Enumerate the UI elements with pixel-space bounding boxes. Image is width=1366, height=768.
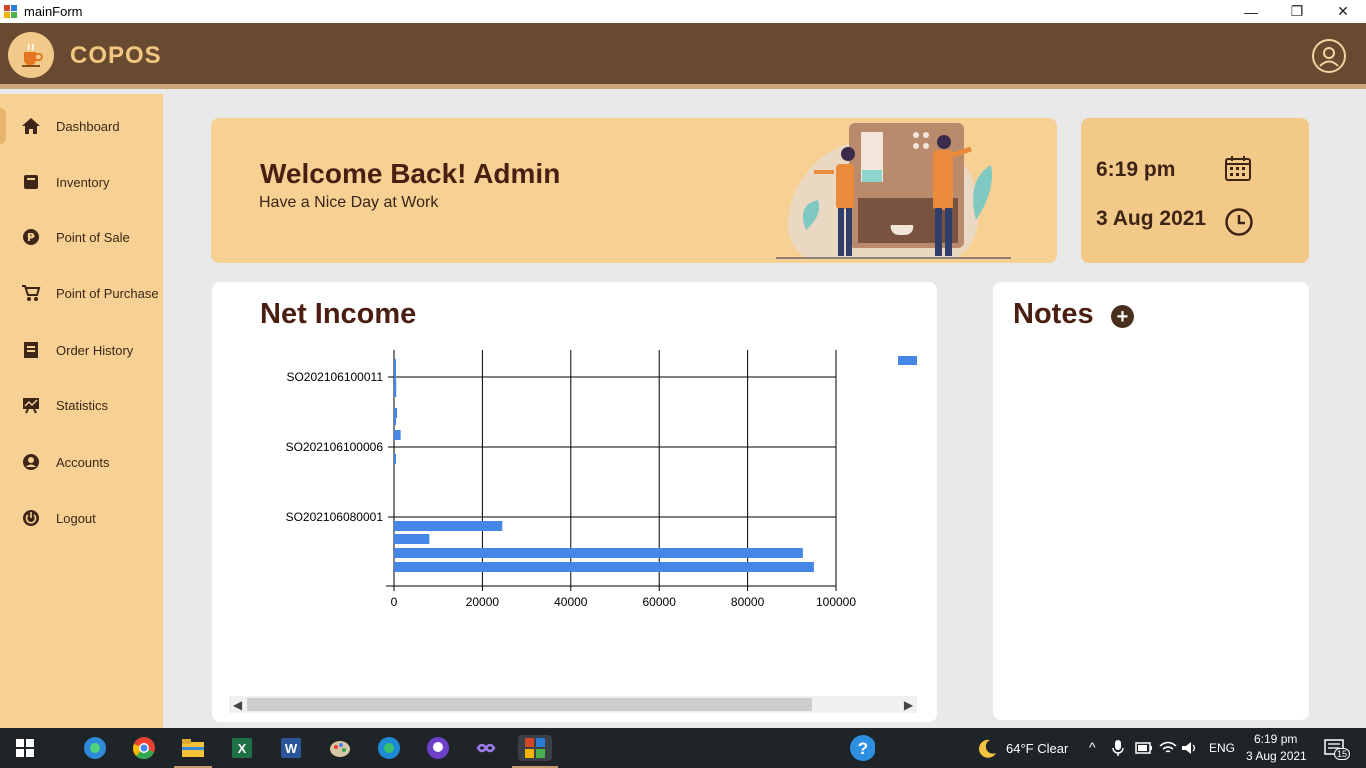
scrollbar-thumb[interactable]	[247, 698, 812, 711]
calendar-icon	[1224, 154, 1252, 182]
battery-icon[interactable]	[1134, 735, 1154, 761]
github-icon[interactable]	[425, 735, 451, 761]
minimize-button[interactable]: —	[1228, 0, 1274, 23]
chart-ytick-label: SO202106100011	[286, 370, 383, 384]
svg-text:?: ?	[858, 739, 868, 758]
help-icon[interactable]: ?	[849, 735, 875, 761]
chart-xtick-label: 80000	[731, 595, 765, 609]
sidebar-item-label: Dashboard	[56, 118, 120, 134]
brand-name: COPOS	[70, 42, 162, 69]
power-icon	[21, 508, 41, 528]
clock-card: 6:19 pm 3 Aug 2021	[1081, 118, 1309, 263]
chart-legend-marker	[898, 356, 917, 365]
chart-xtick-label: 40000	[554, 595, 588, 609]
chart-bar	[394, 454, 396, 464]
chart-xtick-label: 100000	[816, 595, 856, 609]
weather-status[interactable]: 64°F Clear	[1006, 741, 1068, 756]
sidebar-item-label: Inventory	[56, 174, 110, 190]
chevron-up-icon[interactable]: ^	[1089, 739, 1096, 755]
sidebar-item-dashboard[interactable]: Dashboard	[0, 106, 163, 146]
taskbar-clock-time[interactable]: 6:19 pm	[1254, 732, 1297, 746]
sidebar: Dashboard Inventory ₱ Point of Sale Poin…	[0, 94, 163, 728]
scroll-right-icon[interactable]: ▶	[900, 696, 917, 713]
chart-bar	[394, 521, 503, 531]
chart-xtick-label: 0	[391, 595, 398, 609]
user-circle-icon	[21, 452, 41, 472]
sidebar-item-accounts[interactable]: Accounts	[0, 442, 163, 482]
sidebar-item-inventory[interactable]: Inventory	[0, 162, 163, 202]
word-icon[interactable]: W	[278, 735, 304, 761]
chart-bar	[394, 562, 814, 572]
windows-start-icon[interactable]	[12, 735, 38, 761]
box-icon	[21, 172, 41, 192]
window-title: mainForm	[24, 4, 83, 19]
sidebar-item-point-of-purchase[interactable]: Point of Purchase	[0, 273, 163, 313]
current-time: 6:19 pm	[1096, 158, 1176, 181]
restore-button[interactable]: ❐	[1274, 0, 1320, 23]
svg-text:X: X	[238, 741, 247, 756]
scroll-left-icon[interactable]: ◀	[229, 696, 246, 713]
excel-icon[interactable]: X	[229, 735, 255, 761]
coffee-logo-icon	[8, 32, 54, 78]
chart-board-icon	[21, 395, 41, 415]
clock-icon	[1224, 207, 1254, 237]
chart-bar	[394, 534, 430, 544]
barista-illustration-icon	[776, 120, 1026, 260]
net-income-panel: Net Income 0 20000 40000 60000 80000 100000 SO…	[212, 282, 937, 722]
chart-bar	[394, 387, 397, 397]
svg-text:W: W	[285, 741, 298, 756]
windows-taskbar: X W ? 64°F Clear ^ ENG 6:19 pm 3 Aug 202…	[0, 728, 1366, 768]
chart-xtick-label: 60000	[643, 595, 677, 609]
chart-horizontal-scrollbar[interactable]: ◀ ▶	[229, 696, 917, 713]
chart-bar	[394, 415, 396, 425]
cart-icon	[21, 283, 41, 303]
sidebar-item-label: Accounts	[56, 454, 110, 470]
edge-dev-icon[interactable]	[82, 735, 108, 761]
sidebar-item-order-history[interactable]: Order History	[0, 330, 163, 370]
sidebar-item-statistics[interactable]: Statistics	[0, 385, 163, 425]
chart-xtick-label: 20000	[466, 595, 500, 609]
chart-ytick-label: SO202106080001	[286, 510, 384, 524]
volume-icon[interactable]	[1180, 735, 1200, 761]
app-window-icon	[4, 4, 18, 19]
current-date: 3 Aug 2021	[1096, 207, 1207, 230]
chrome-icon[interactable]	[131, 735, 157, 761]
sidebar-item-label: Logout	[56, 510, 96, 526]
wifi-icon[interactable]	[1158, 735, 1178, 761]
sidebar-item-label: Point of Sale	[56, 229, 130, 245]
window-titlebar: mainForm — ❐ ✕	[0, 0, 1366, 23]
file-explorer-icon[interactable]	[180, 735, 206, 761]
net-income-chart: 0 20000 40000 60000 80000 100000 SO20210610001…	[286, 350, 917, 609]
svg-text:₱: ₱	[27, 231, 35, 244]
sidebar-item-label: Statistics	[56, 397, 109, 413]
close-button[interactable]: ✕	[1320, 0, 1366, 23]
visual-studio-icon[interactable]	[473, 735, 499, 761]
receipt-icon	[21, 340, 41, 360]
language-indicator[interactable]: ENG	[1209, 741, 1235, 755]
welcome-title: Welcome Back! Admin	[260, 158, 561, 189]
moon-weather-icon	[974, 735, 1000, 761]
copos-app-taskbar-icon[interactable]	[518, 735, 552, 761]
notes-title: Notes	[1013, 298, 1094, 330]
sidebar-item-label: Point of Purchase	[56, 285, 159, 301]
peso-icon: ₱	[21, 227, 41, 247]
chart-bar	[394, 548, 803, 558]
welcome-subtitle: Have a Nice Day at Work	[259, 194, 439, 211]
sidebar-item-point-of-sale[interactable]: ₱ Point of Sale	[0, 217, 163, 257]
microphone-icon[interactable]	[1108, 735, 1128, 761]
edge-icon[interactable]	[376, 735, 402, 761]
welcome-card: Welcome Back! Admin Have a Nice Day at W…	[211, 118, 1057, 263]
profile-avatar-icon[interactable]	[1312, 39, 1346, 73]
home-icon	[21, 116, 41, 136]
notification-count-badge: 15	[1334, 748, 1351, 760]
taskbar-clock-date[interactable]: 3 Aug 2021	[1246, 749, 1307, 763]
paint-icon[interactable]	[327, 735, 353, 761]
chart-ytick-label: SO202106100006	[286, 440, 384, 454]
sidebar-item-label: Order History	[56, 342, 134, 358]
app-header: COPOS	[0, 23, 1366, 89]
chart-bar	[394, 430, 401, 440]
add-note-button[interactable]: +	[1111, 305, 1134, 328]
sidebar-item-logout[interactable]: Logout	[0, 498, 163, 538]
notes-panel: Notes +	[993, 282, 1309, 720]
